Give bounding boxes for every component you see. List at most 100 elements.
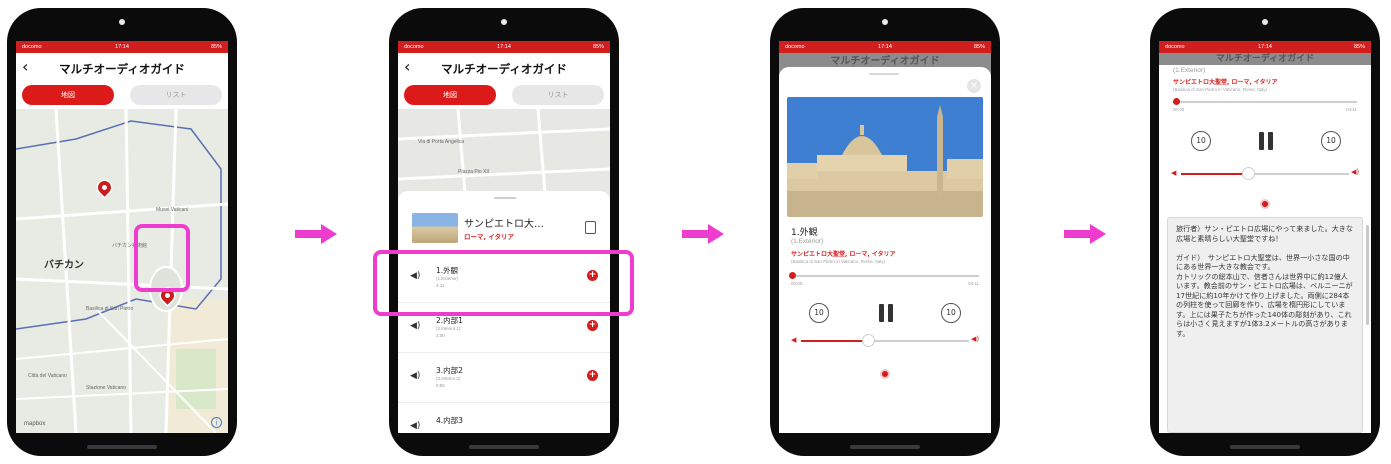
item-title: 2.内部1 xyxy=(436,316,463,325)
phone-3-player-screen: docomo 17:14 85% マルチオーディオガイド × 1.外観 (1.E… xyxy=(770,8,1000,456)
airplay-icon[interactable] xyxy=(880,369,890,379)
phone-4-description-screen: docomo 17:14 85% マルチオーディオガイド (1.Exterior… xyxy=(1150,8,1380,456)
header: ‹ マルチオーディオガイド xyxy=(16,53,228,83)
volume-fill xyxy=(1181,173,1249,175)
place-subtitle: ローマ, イタリア xyxy=(464,233,514,241)
volume-knob[interactable] xyxy=(1241,167,1255,180)
track-subtitle: (1.Exterior) xyxy=(791,238,824,245)
flow-arrow-icon xyxy=(295,224,337,244)
page-title: マルチオーディオガイド xyxy=(441,62,567,76)
status-bar: docomo 17:14 85% xyxy=(398,41,610,53)
tab-map[interactable]: 地図 xyxy=(22,85,114,105)
rewind-10-icon[interactable]: 10 xyxy=(809,303,829,323)
screen: docomo 17:14 85% ‹ マルチオーディオガイド 地図 リスト Vi… xyxy=(398,41,610,433)
basilica-photo xyxy=(787,97,983,217)
camera-dot xyxy=(119,19,125,25)
status-battery: 85% xyxy=(592,44,604,50)
place-name: サンピエトロ大聖堂, ローマ, イタリア xyxy=(791,251,896,258)
map-label-vatican: バチカン xyxy=(44,260,84,271)
progress-knob[interactable] xyxy=(789,272,797,279)
camera-dot xyxy=(882,19,888,25)
close-icon[interactable]: × xyxy=(967,79,981,93)
home-indicator xyxy=(850,445,920,449)
home-indicator xyxy=(469,445,539,449)
status-battery: 85% xyxy=(1353,44,1365,50)
progress-slider[interactable] xyxy=(791,275,979,277)
time-elapsed: 00:00 xyxy=(1173,107,1185,112)
place-thumbnail xyxy=(412,213,458,243)
map-label-basilica: Basilica di San Pietro xyxy=(86,306,134,312)
status-time: 17:14 xyxy=(1258,44,1272,50)
status-bar: docomo 17:14 85% xyxy=(16,41,228,53)
add-icon[interactable]: + xyxy=(587,370,598,381)
speaker-icon: ◀) xyxy=(410,421,421,431)
item-duration: 0:55 xyxy=(436,383,445,388)
rewind-10-icon[interactable]: 10 xyxy=(1191,131,1211,151)
share-icon[interactable] xyxy=(585,221,596,234)
time-elapsed: 00:00 xyxy=(791,281,803,286)
scrollbar[interactable] xyxy=(1366,225,1369,325)
pause-icon[interactable] xyxy=(888,304,893,322)
forward-10-icon[interactable]: 10 xyxy=(1321,131,1341,151)
camera-dot xyxy=(1262,19,1268,25)
view-toggle: 地図 リスト xyxy=(404,85,604,105)
camera-dot xyxy=(501,19,507,25)
volume-low-icon: ◀ xyxy=(1171,169,1177,177)
pause-icon[interactable] xyxy=(1259,132,1264,150)
track-subtitle: (1.Exterior) xyxy=(1173,67,1206,74)
tab-map[interactable]: 地図 xyxy=(404,85,496,105)
volume-fill xyxy=(801,340,869,342)
pause-icon[interactable] xyxy=(879,304,884,322)
tab-list[interactable]: リスト xyxy=(512,85,604,105)
status-battery: 85% xyxy=(210,44,222,50)
place-name-italian: (Basilica di San Pietro in Vaticano, Rom… xyxy=(1173,87,1267,92)
map-label-city: Città del Vaticano xyxy=(28,373,67,379)
item-duration: 1:00 xyxy=(436,333,445,338)
volume-knob[interactable] xyxy=(861,334,875,347)
map-label-piazza: Piazza Pio XII xyxy=(458,169,490,175)
screen: docomo 17:14 85% マルチオーディオガイド (1.Exterior… xyxy=(1159,41,1371,433)
map-credit: mapbox xyxy=(24,421,46,427)
progress-slider[interactable] xyxy=(1173,101,1357,103)
info-icon[interactable]: i xyxy=(211,417,222,428)
map-label-museum: Musei Vaticani xyxy=(156,207,189,213)
volume-high-icon: ◀) xyxy=(971,335,980,343)
status-bar: docomo 17:14 85% xyxy=(779,41,991,53)
status-time: 17:14 xyxy=(115,44,129,50)
map-view[interactable]: Musei Vaticani バチカン美術館 バチカン Basilica di … xyxy=(16,109,228,433)
tab-list[interactable]: リスト xyxy=(130,85,222,105)
progress-knob[interactable] xyxy=(1173,98,1181,105)
flow-arrow-icon xyxy=(1064,224,1106,244)
time-total: 04:11 xyxy=(968,281,979,286)
screen: docomo 17:14 85% ‹ マルチオーディオガイド 地図 リスト Mu… xyxy=(16,41,228,433)
volume-slider[interactable] xyxy=(1181,173,1349,175)
highlight-pin xyxy=(134,224,190,292)
item-subtitle: (3.Interior 2) xyxy=(436,376,461,381)
page-title: マルチオーディオガイド xyxy=(59,62,185,76)
place-title: サンピエトロ大… xyxy=(464,219,544,230)
status-time: 17:14 xyxy=(878,44,892,50)
add-icon[interactable]: + xyxy=(587,320,598,331)
speaker-icon: ◀) xyxy=(410,371,421,381)
player-sheet: (1.Exterior) サンピエトロ大聖堂, ローマ, イタリア (Basil… xyxy=(1159,65,1371,433)
dimmed-header: マルチオーディオガイド xyxy=(1159,53,1371,65)
sheet-handle[interactable] xyxy=(494,197,516,199)
player-sheet: × 1.外観 (1.Exterior) サンピエトロ大聖堂, ローマ, イタリア… xyxy=(779,67,991,433)
volume-high-icon: ◀) xyxy=(1351,168,1360,176)
flow-arrow-icon xyxy=(682,224,724,244)
screen: docomo 17:14 85% マルチオーディオガイド × 1.外観 (1.E… xyxy=(779,41,991,433)
map-label-station: Stazione Vaticano xyxy=(86,385,126,391)
airplay-icon[interactable] xyxy=(1260,199,1270,209)
home-indicator xyxy=(1230,445,1300,449)
forward-10-icon[interactable]: 10 xyxy=(941,303,961,323)
list-item[interactable]: ◀) 3.内部2 (3.Interior 2) 0:55 + xyxy=(398,353,610,403)
list-item[interactable]: ◀) 4.内部3 xyxy=(398,403,610,433)
item-subtitle: (2.Interior 1) xyxy=(436,326,461,331)
item-title: 4.内部3 xyxy=(436,416,463,425)
view-toggle: 地図 リスト xyxy=(22,85,222,105)
sheet-handle[interactable] xyxy=(869,73,899,75)
volume-low-icon: ◀ xyxy=(791,336,797,344)
pause-icon[interactable] xyxy=(1268,132,1273,150)
volume-slider[interactable] xyxy=(801,340,969,342)
place-name: サンピエトロ大聖堂, ローマ, イタリア xyxy=(1173,79,1278,86)
